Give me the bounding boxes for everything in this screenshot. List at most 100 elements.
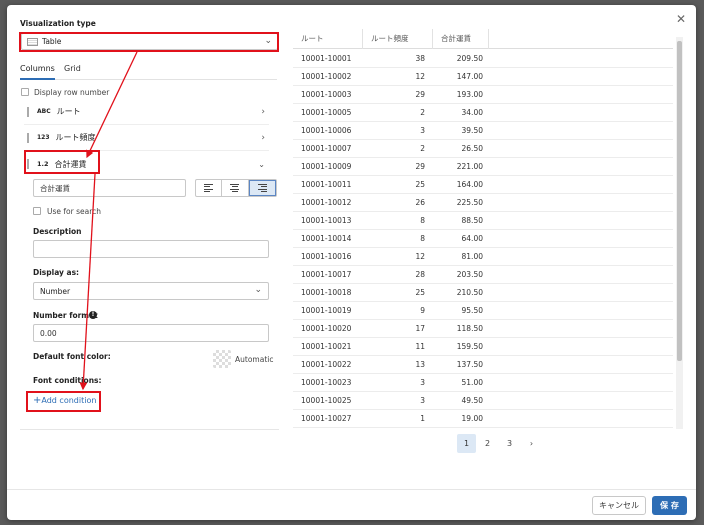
table-cell: 34.00 [461, 108, 483, 117]
table-cell: 10001-10019 [301, 306, 352, 315]
table-cell: 8 [420, 234, 425, 243]
scrollbar-thumb[interactable] [677, 41, 682, 361]
table-cell: 3 [420, 378, 425, 387]
table-cell: 26.50 [461, 144, 483, 153]
table-cell: 10001-10025 [301, 396, 352, 405]
arrow-to-column [86, 51, 138, 159]
page-1-button[interactable]: 1 [457, 434, 476, 453]
table-cell: 25 [415, 288, 425, 297]
table-row: 10001-10020 17 118.50 [293, 320, 673, 338]
table-row: 10001-10014 8 64.00 [293, 230, 673, 248]
table-cell: 137.50 [456, 360, 483, 369]
table-cell: 203.50 [456, 270, 483, 279]
table-cell: 209.50 [456, 54, 483, 63]
table-cell: 29 [415, 162, 425, 171]
arrow-to-add-condition [79, 173, 96, 391]
table-cell: 2 [420, 144, 425, 153]
table-row: 10001-10003 29 193.00 [293, 86, 673, 104]
table-row: 10001-10027 1 19.00 [293, 410, 673, 428]
table-cell: 10001-10003 [301, 90, 352, 99]
table-cell: 12 [415, 252, 425, 261]
table-row: 10001-10006 3 39.50 [293, 122, 673, 140]
page-2-button[interactable]: 2 [478, 434, 497, 453]
footer-divider [7, 489, 696, 490]
table-cell: 193.00 [456, 90, 483, 99]
table-cell: 38 [415, 54, 425, 63]
table-cell: 26 [415, 198, 425, 207]
table-cell: 13 [415, 360, 425, 369]
table-cell: 221.00 [456, 162, 483, 171]
table-cell: 29 [415, 90, 425, 99]
table-cell: 10001-10014 [301, 234, 352, 243]
table-scrollbar[interactable] [676, 37, 683, 429]
table-header: ルート ルート頻度 合計運賃 [293, 29, 673, 49]
save-button[interactable]: 保 存 [652, 496, 687, 515]
table-cell: 3 [420, 396, 425, 405]
table-cell: 164.00 [456, 180, 483, 189]
table-cell: 95.50 [461, 306, 483, 315]
table-row: 10001-10009 29 221.00 [293, 158, 673, 176]
table-cell: 28 [415, 270, 425, 279]
table-cell: 10001-10018 [301, 288, 352, 297]
table-cell: 2 [420, 108, 425, 117]
table-cell: 10001-10027 [301, 414, 352, 423]
table-row: 10001-10021 11 159.50 [293, 338, 673, 356]
table-cell: 19.00 [461, 414, 483, 423]
table-cell: 10001-10001 [301, 54, 352, 63]
table-cell: 8 [420, 216, 425, 225]
table-cell: 10001-10022 [301, 360, 352, 369]
table-row: 10001-10007 2 26.50 [293, 140, 673, 158]
table-row: 10001-10018 25 210.50 [293, 284, 673, 302]
table-row: 10001-10025 3 49.50 [293, 392, 673, 410]
table-row: 10001-10022 13 137.50 [293, 356, 673, 374]
table-cell: 10001-10016 [301, 252, 352, 261]
table-cell: 10001-10011 [301, 180, 352, 189]
table-cell: 10001-10023 [301, 378, 352, 387]
table-cell: 39.50 [461, 126, 483, 135]
table-cell: 25 [415, 180, 425, 189]
table-row: 10001-10002 12 147.00 [293, 68, 673, 86]
table-cell: 10001-10012 [301, 198, 352, 207]
table-cell: 1 [420, 414, 425, 423]
table-cell: 64.00 [461, 234, 483, 243]
header-route[interactable]: ルート [293, 29, 363, 49]
table-cell: 9 [420, 306, 425, 315]
table-row: 10001-10012 26 225.50 [293, 194, 673, 212]
table-cell: 10001-10021 [301, 342, 352, 351]
table-cell: 210.50 [456, 288, 483, 297]
table-preview: ルート ルート頻度 合計運賃 10001-10001 38 209.50 10001-… [293, 29, 683, 429]
table-cell: 10001-10005 [301, 108, 352, 117]
table-row: 10001-10001 38 209.50 [293, 50, 673, 68]
table-cell: 10001-10002 [301, 72, 352, 81]
table-cell: 11 [415, 342, 425, 351]
table-cell: 49.50 [461, 396, 483, 405]
table-row: 10001-10016 12 81.00 [293, 248, 673, 266]
table-row: 10001-10013 8 88.50 [293, 212, 673, 230]
table-row: 10001-10019 9 95.50 [293, 302, 673, 320]
table-cell: 147.00 [456, 72, 483, 81]
table-cell: 81.00 [461, 252, 483, 261]
table-cell: 3 [420, 126, 425, 135]
header-total-fare[interactable]: 合計運賃 [433, 29, 489, 49]
table-row: 10001-10005 2 34.00 [293, 104, 673, 122]
table-cell: 17 [415, 324, 425, 333]
header-route-frequency[interactable]: ルート頻度 [363, 29, 433, 49]
table-row: 10001-10011 25 164.00 [293, 176, 673, 194]
table-cell: 10001-10007 [301, 144, 352, 153]
table-cell: 51.00 [461, 378, 483, 387]
table-cell: 12 [415, 72, 425, 81]
table-row: 10001-10017 28 203.50 [293, 266, 673, 284]
table-cell: 225.50 [456, 198, 483, 207]
table-cell: 88.50 [461, 216, 483, 225]
table-cell: 159.50 [456, 342, 483, 351]
table-cell: 10001-10013 [301, 216, 352, 225]
table-cell: 10001-10006 [301, 126, 352, 135]
visualization-editor-dialog: ✕ Visualization type Table ⌄ Columns Gri… [7, 5, 696, 520]
next-page-icon[interactable]: › [522, 434, 541, 453]
table-cell: 10001-10009 [301, 162, 352, 171]
table-row: 10001-10023 3 51.00 [293, 374, 673, 392]
table-cell: 118.50 [456, 324, 483, 333]
table-cell: 10001-10017 [301, 270, 352, 279]
page-3-button[interactable]: 3 [500, 434, 519, 453]
cancel-button[interactable]: キャンセル [592, 496, 646, 515]
